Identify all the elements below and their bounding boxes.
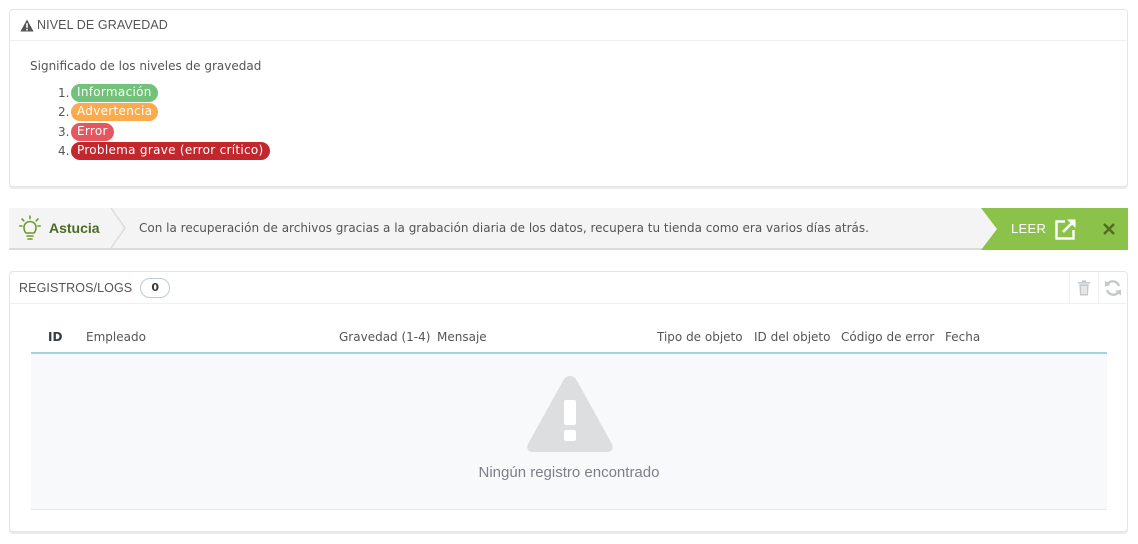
column-header-error-code[interactable]: Código de error (841, 330, 934, 344)
close-icon[interactable] (1101, 220, 1117, 238)
refresh-logs-button[interactable] (1098, 272, 1127, 304)
column-header-severity[interactable]: Gravedad (1-4) (339, 330, 430, 344)
severity-panel-heading: NIVEL DE GRAVEDAD (10, 10, 1127, 41)
column-header-object-type[interactable]: Tipo de objeto (657, 330, 743, 344)
severity-number: 1. (58, 85, 70, 100)
tip-message: Con la recuperación de archivos gracias … (139, 221, 869, 235)
severity-list: 1. Información 2. Advertencia 3. Error 4… (30, 83, 1107, 161)
chevron-divider-icon (110, 208, 126, 248)
severity-intro: Significado de los niveles de gravedad (30, 59, 262, 73)
column-header-object-id[interactable]: ID del objeto (754, 330, 830, 344)
delete-logs-button[interactable] (1069, 272, 1098, 304)
logs-panel: REGISTROS/LOGS 0 ID Empleado Gravedad (1… (9, 271, 1128, 532)
empty-state: Ningún registro encontrado (31, 354, 1107, 509)
severity-item: 1. Información (58, 83, 1107, 103)
trash-icon[interactable] (1077, 280, 1091, 296)
warning-icon (20, 19, 34, 31)
read-button[interactable]: LEER (1011, 208, 1046, 250)
severity-item: 4. Problema grave (error crítico) (58, 142, 1107, 162)
table-divider (31, 509, 1107, 510)
logs-panel-title: REGISTROS/LOGS (19, 280, 133, 295)
column-header-id[interactable]: ID (48, 330, 62, 344)
column-header-employee[interactable]: Empleado (86, 330, 146, 344)
logs-panel-heading: REGISTROS/LOGS 0 (10, 272, 1127, 304)
severity-panel-title: NIVEL DE GRAVEDAD (37, 18, 168, 32)
tip-bar: Astucia Con la recuperación de archivos … (9, 208, 1128, 250)
empty-message: Ningún registro encontrado (478, 464, 660, 481)
tip-title: Astucia (49, 220, 100, 236)
severity-number: 4. (58, 144, 70, 159)
severity-panel: NIVEL DE GRAVEDAD Significado de los niv… (9, 9, 1128, 187)
lightbulb-icon (19, 215, 41, 240)
severity-badge-warning: Advertencia (71, 103, 159, 122)
severity-number: 2. (58, 105, 70, 120)
severity-number: 3. (58, 124, 70, 139)
severity-item: 2. Advertencia (58, 103, 1107, 123)
severity-badge-critical: Problema grave (error crítico) (71, 142, 270, 161)
severity-item: 3. Error (58, 122, 1107, 142)
logs-count-badge: 0 (140, 277, 171, 298)
logs-table: ID Empleado Gravedad (1-4) Mensaje Tipo … (31, 324, 1107, 510)
column-header-message[interactable]: Mensaje (437, 330, 487, 344)
severity-badge-error: Error (71, 122, 114, 141)
column-header-date[interactable]: Fecha (945, 330, 980, 344)
external-link-icon[interactable] (1055, 218, 1077, 240)
warning-icon (527, 376, 613, 452)
severity-badge-info: Información (71, 83, 158, 102)
refresh-icon[interactable] (1104, 279, 1122, 297)
table-header-row: ID Empleado Gravedad (1-4) Mensaje Tipo … (31, 324, 1107, 354)
